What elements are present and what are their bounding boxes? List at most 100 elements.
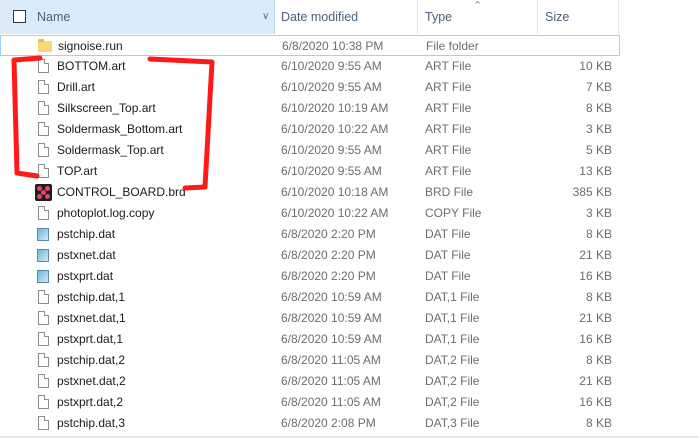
file-name: pstxprt.dat [57, 269, 114, 283]
file-type: DAT File [425, 227, 471, 241]
file-row[interactable]: pstxnet.dat,2 6/8/2020 11:05 AM DAT,2 File… [0, 371, 620, 392]
file-row[interactable]: CONTROL_BOARD.brd 6/10/2020 10:18 AM BRD F… [0, 182, 620, 203]
file-row[interactable]: pstchip.dat,3 6/8/2020 2:08 PM DAT,3 File 8… [0, 413, 620, 434]
file-icon [38, 164, 49, 178]
file-row[interactable]: BOTTOM.art 6/10/2020 9:55 AM ART File 10 KB [0, 56, 620, 77]
file-size: 3 KB [585, 206, 612, 220]
file-icon [38, 416, 49, 430]
file-name: pstxnet.dat [57, 248, 116, 262]
date-modified-column-label: Date modified [281, 10, 359, 24]
column-header-bar: Name ∨ Date modified Type ⌃ Size [0, 0, 699, 34]
size-column-header[interactable]: Size [545, 0, 615, 34]
chevron-down-icon[interactable]: ∨ [262, 0, 269, 34]
file-date-modified: 6/10/2020 9:55 AM [281, 164, 382, 178]
dat-file-icon [37, 270, 49, 283]
file-type: COPY File [425, 206, 482, 220]
column-divider[interactable] [417, 0, 418, 34]
file-icon [38, 59, 49, 73]
file-row[interactable]: photoplot.log.copy 6/10/2020 10:22 AM COPY… [0, 203, 620, 224]
file-date-modified: 6/10/2020 10:19 AM [281, 101, 389, 115]
file-date-modified: 6/8/2020 2:20 PM [281, 269, 376, 283]
file-icon [38, 101, 49, 115]
column-divider[interactable] [537, 0, 538, 34]
size-column-label: Size [545, 10, 570, 24]
file-type: ART File [425, 59, 472, 73]
file-type: DAT File [425, 248, 471, 262]
file-row[interactable]: pstchip.dat 6/8/2020 2:20 PM DAT File 8 KB [0, 224, 620, 245]
file-date-modified: 6/10/2020 9:55 AM [281, 143, 382, 157]
file-icon [38, 395, 49, 409]
date-modified-column-header[interactable]: Date modified [281, 0, 416, 34]
file-date-modified: 6/8/2020 2:08 PM [281, 416, 376, 430]
file-name: Drill.art [57, 80, 95, 94]
file-type: DAT,2 File [425, 353, 480, 367]
file-type: File folder [426, 39, 479, 53]
type-column-label: Type [425, 10, 453, 24]
file-icon [38, 143, 49, 157]
select-all-checkbox[interactable] [13, 10, 26, 23]
file-type: DAT File [425, 269, 471, 283]
file-date-modified: 6/8/2020 11:05 AM [281, 374, 381, 388]
file-name: CONTROL_BOARD.brd [57, 185, 186, 199]
file-type: DAT,2 File [425, 374, 480, 388]
file-row[interactable]: signoise.run 6/8/2020 10:38 PM File folder [0, 35, 620, 56]
file-name: photoplot.log.copy [57, 206, 155, 220]
file-date-modified: 6/10/2020 9:55 AM [281, 59, 382, 73]
file-size: 8 KB [585, 227, 612, 241]
sort-ascending-icon: ⌃ [473, 0, 483, 12]
file-name: pstxprt.dat,1 [57, 332, 124, 346]
file-size: 10 KB [579, 59, 612, 73]
column-divider[interactable] [618, 0, 619, 34]
file-size: 8 KB [585, 290, 612, 304]
file-name: signoise.run [58, 39, 123, 53]
file-row[interactable]: pstxprt.dat 6/8/2020 2:20 PM DAT File 16 KB [0, 266, 620, 287]
file-type: DAT,2 File [425, 395, 480, 409]
file-type: DAT,1 File [425, 332, 480, 346]
file-date-modified: 6/10/2020 9:55 AM [281, 80, 382, 94]
file-type: ART File [425, 101, 472, 115]
file-size: 13 KB [579, 164, 612, 178]
file-size: 16 KB [579, 269, 612, 283]
file-date-modified: 6/8/2020 11:05 AM [281, 353, 381, 367]
file-row[interactable]: Drill.art 6/10/2020 9:55 AM ART File 7 KB [0, 77, 620, 98]
file-name: Silkscreen_Top.art [57, 101, 156, 115]
file-row[interactable]: pstxprt.dat,2 6/8/2020 11:05 AM DAT,2 File… [0, 392, 620, 413]
file-name: pstchip.dat,3 [57, 416, 126, 430]
file-row[interactable]: pstxprt.dat,1 6/8/2020 10:59 AM DAT,1 File… [0, 329, 620, 350]
file-row[interactable]: pstxnet.dat,1 6/8/2020 10:59 AM DAT,1 File… [0, 308, 620, 329]
file-type: ART File [425, 80, 472, 94]
file-type: ART File [425, 122, 472, 136]
file-row[interactable]: TOP.art 6/10/2020 9:55 AM ART File 13 KB [0, 161, 620, 182]
file-row[interactable]: pstchip.dat,1 6/8/2020 10:59 AM DAT,1 File… [0, 287, 620, 308]
name-column-header[interactable]: Name ∨ [0, 0, 275, 34]
file-name: TOP.art [57, 164, 98, 178]
file-date-modified: 6/8/2020 10:59 AM [281, 311, 382, 325]
file-row[interactable]: pstxnet.dat 6/8/2020 2:20 PM DAT File 21 KB [0, 245, 620, 266]
file-size: 3 KB [585, 122, 612, 136]
file-row[interactable]: Soldermask_Bottom.art 6/10/2020 10:22 AM A… [0, 119, 620, 140]
file-row[interactable]: Silkscreen_Top.art 6/10/2020 10:19 AM ART … [0, 98, 620, 119]
file-name: pstchip.dat,2 [57, 353, 126, 367]
file-size: 16 KB [579, 332, 612, 346]
file-row[interactable]: Soldermask_Top.art 6/10/2020 9:55 AM ART F… [0, 140, 620, 161]
file-type: DAT,1 File [425, 311, 480, 325]
file-icon [38, 206, 49, 220]
file-name: BOTTOM.art [57, 59, 126, 73]
file-size: 21 KB [579, 374, 612, 388]
file-size: 21 KB [579, 248, 612, 262]
file-size: 385 KB [572, 185, 612, 199]
file-row[interactable]: pstchip.dat,2 6/8/2020 11:05 AM DAT,2 File… [0, 350, 620, 371]
file-size: 21 KB [579, 311, 612, 325]
file-type: DAT,3 File [425, 416, 480, 430]
file-icon [38, 80, 49, 94]
file-type: DAT,1 File [425, 290, 480, 304]
file-date-modified: 6/8/2020 2:20 PM [281, 227, 376, 241]
dat-file-icon [37, 249, 49, 262]
file-name: Soldermask_Bottom.art [57, 122, 183, 136]
file-date-modified: 6/10/2020 10:22 AM [281, 122, 389, 136]
file-size: 16 KB [579, 395, 612, 409]
file-icon [38, 122, 49, 136]
file-date-modified: 6/10/2020 10:22 AM [281, 206, 389, 220]
file-size: 7 KB [585, 80, 612, 94]
file-name: pstxprt.dat,2 [57, 395, 124, 409]
